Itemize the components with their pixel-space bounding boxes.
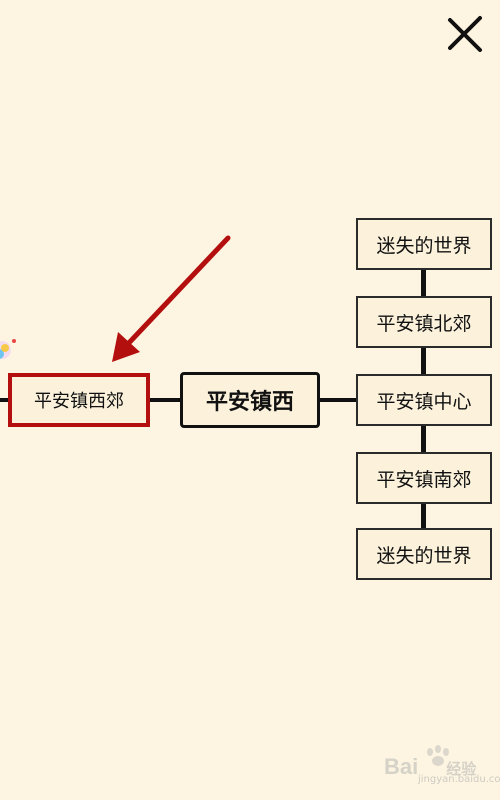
close-icon: [448, 16, 482, 52]
map-node-current[interactable]: 平安镇西: [180, 372, 320, 428]
node-label: 平安镇北郊: [376, 312, 472, 335]
map-node-north-suburb[interactable]: 平安镇北郊: [356, 296, 492, 348]
map-node-lost-world-bottom[interactable]: 迷失的世界: [356, 528, 492, 580]
node-label: 迷失的世界: [376, 234, 472, 257]
map-node-town-center[interactable]: 平安镇中心: [356, 374, 492, 426]
node-label: 平安镇中心: [376, 390, 472, 413]
map-node-lost-world-top[interactable]: 迷失的世界: [356, 218, 492, 270]
map-node-west-suburb[interactable]: 平安镇西郊: [8, 373, 150, 427]
map-node-south-suburb[interactable]: 平安镇南郊: [356, 452, 492, 504]
connector-center-right: [318, 398, 358, 402]
node-label: 迷失的世界: [376, 544, 472, 567]
close-button[interactable]: [442, 12, 486, 56]
annotation-arrow-icon: [112, 235, 231, 362]
node-label: 平安镇西郊: [34, 391, 124, 412]
balloon-icon: [0, 339, 16, 359]
watermark-url: jingyan.baidu.com: [418, 774, 500, 785]
node-label: 平安镇西: [205, 390, 294, 415]
node-label: 平安镇南郊: [376, 468, 472, 491]
